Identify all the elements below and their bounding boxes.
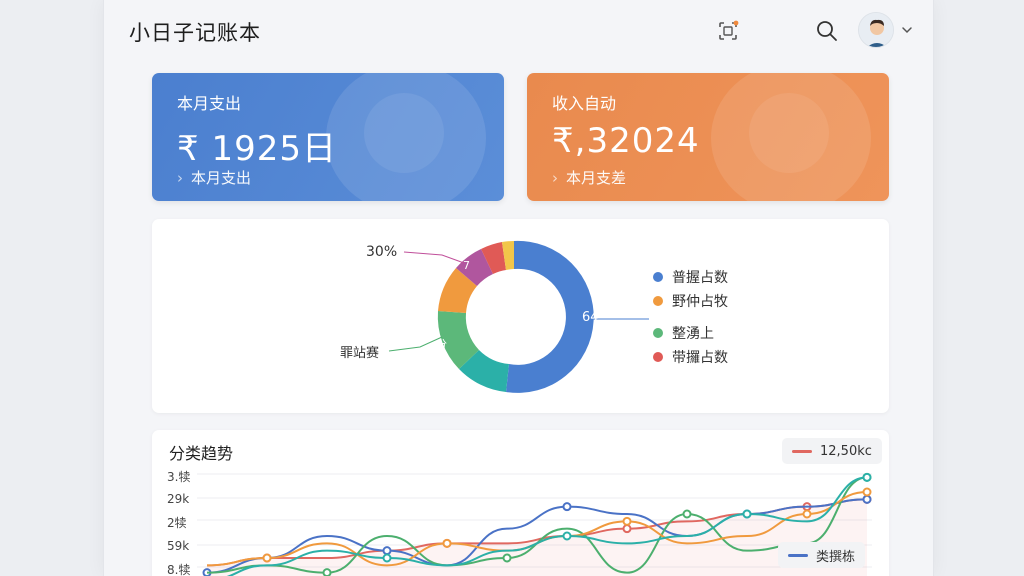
data-point[interactable] <box>502 553 512 563</box>
donut-legend: 普握占数 野仲占牧 整湧上 带攞占数 <box>653 265 728 369</box>
category-trend-panel: 分类趋势 12,50kc 3.犊 29k 2犊 59k 8.犊 类撰栋 <box>152 430 889 576</box>
legend-item[interactable]: 普握占数 <box>653 265 728 289</box>
income-card-label: 收入自动 <box>552 94 617 113</box>
legend-item[interactable]: 野仲占牧 <box>653 289 728 313</box>
legend-dot <box>653 272 663 282</box>
search-icon[interactable] <box>814 18 840 44</box>
avatar-image <box>859 13 893 47</box>
legend-label: 带攞占数 <box>672 350 728 366</box>
app-window: 小日子记账本 本月支出 ₹ 1925日 › 本月支出 收入自动 ₹,32024 … <box>103 0 934 576</box>
expense-detail-label: 本月支出 <box>191 169 252 187</box>
donut-slice-blue <box>506 240 594 393</box>
data-point[interactable] <box>862 487 872 497</box>
data-point[interactable] <box>382 546 392 556</box>
data-point[interactable] <box>802 509 812 519</box>
legend-label: 普握占数 <box>672 270 728 286</box>
legend-item[interactable]: 带攞占数 <box>653 345 728 369</box>
legend-dot <box>653 352 663 362</box>
data-point[interactable] <box>562 531 572 541</box>
income-amount: ₹,32024 <box>552 121 700 161</box>
data-point[interactable] <box>562 502 572 512</box>
chevron-right-icon: › <box>552 169 558 187</box>
expense-amount: ₹ 1925日 <box>177 129 337 169</box>
avatar[interactable] <box>858 12 894 48</box>
legend-label: 野仲占牧 <box>672 294 728 310</box>
income-detail-label: 本月支差 <box>566 169 627 187</box>
app-header: 小日子记账本 <box>104 0 935 62</box>
data-point[interactable] <box>622 524 632 534</box>
card-decoration <box>364 93 444 173</box>
category-donut-panel: 30% 罪站赛 64 7 分 普握占数 野仲占牧 整湧上 带攞占数 <box>152 219 889 413</box>
legend-item[interactable]: 整湧上 <box>653 321 728 345</box>
card-decoration <box>749 93 829 173</box>
income-card[interactable]: 收入自动 ₹,32024 › 本月支差 <box>527 73 889 201</box>
series-area <box>207 499 867 576</box>
data-point[interactable] <box>742 509 752 519</box>
pie-slice-label-purple: 7 <box>463 259 470 272</box>
pie-slice-label-blue: 64 <box>582 310 599 325</box>
pie-callout-top: 30% <box>366 244 398 260</box>
expense-card[interactable]: 本月支出 ₹ 1925日 › 本月支出 <box>152 73 504 201</box>
pie-slice-label-green: 分 <box>436 338 447 351</box>
scan-icon[interactable] <box>715 18 741 44</box>
callout-line-left <box>388 336 443 352</box>
data-point[interactable] <box>382 553 392 563</box>
donut-chart <box>388 240 649 393</box>
legend-label: 类撰栋 <box>816 549 856 565</box>
legend-dot <box>653 296 663 306</box>
data-point[interactable] <box>262 553 272 563</box>
income-detail-link[interactable]: › 本月支差 <box>552 167 626 188</box>
callout-line-top <box>403 251 465 264</box>
data-point[interactable] <box>862 494 872 504</box>
data-point[interactable] <box>322 568 332 576</box>
expense-card-label: 本月支出 <box>177 94 242 113</box>
legend-label: 整湧上 <box>672 326 714 342</box>
chevron-right-icon: › <box>177 169 183 187</box>
pie-callout-left: 罪站赛 <box>340 346 380 361</box>
data-point[interactable] <box>682 509 692 519</box>
trend-legend-series-2[interactable]: 类撰栋 <box>778 542 866 568</box>
legend-line <box>788 553 808 557</box>
expense-detail-link[interactable]: › 本月支出 <box>177 167 251 188</box>
legend-dot <box>653 328 663 338</box>
data-point[interactable] <box>862 472 872 482</box>
chevron-down-icon[interactable] <box>900 23 914 37</box>
data-point[interactable] <box>442 538 452 548</box>
data-point[interactable] <box>622 516 632 526</box>
app-title: 小日子记账本 <box>129 21 261 45</box>
